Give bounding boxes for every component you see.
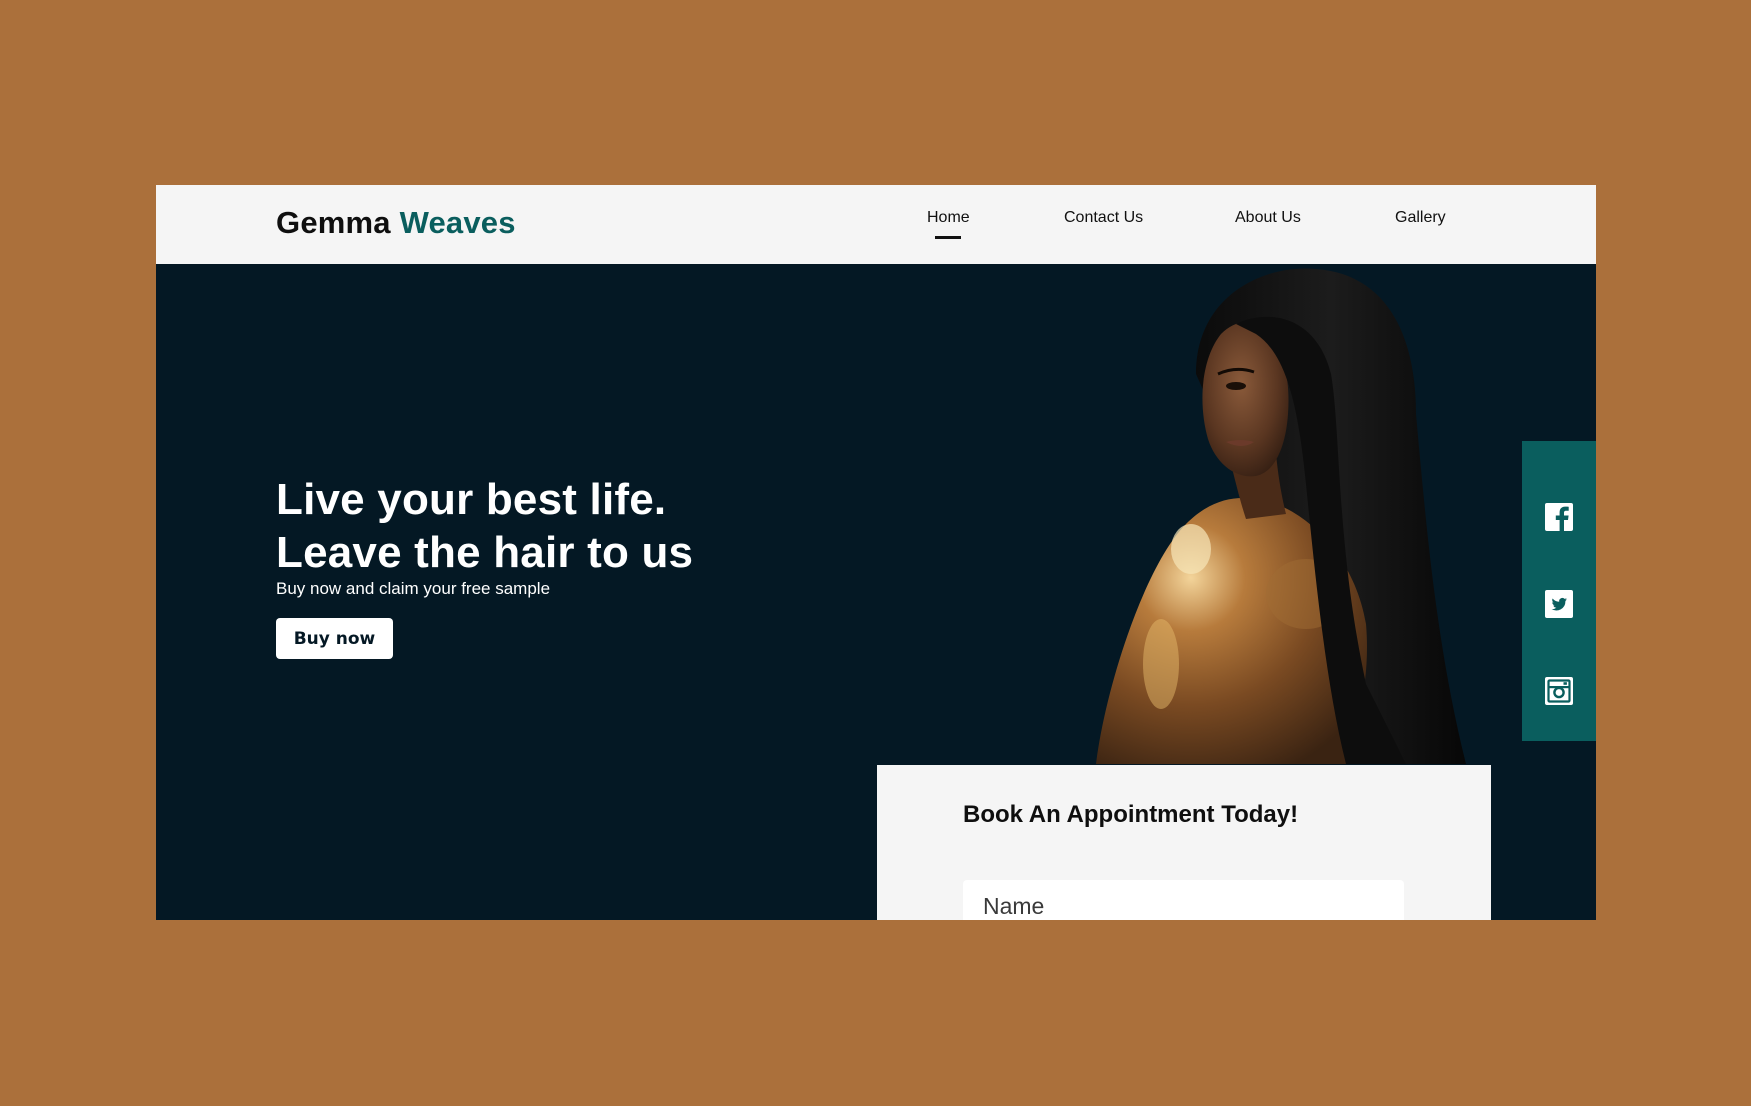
twitter-icon[interactable] xyxy=(1545,590,1573,618)
instagram-icon[interactable] xyxy=(1545,677,1573,705)
hero-headline-line1: Live your best life. xyxy=(276,475,667,524)
booking-card: Book An Appointment Today! xyxy=(877,765,1491,920)
social-sidebar xyxy=(1522,441,1596,741)
model-portrait-image xyxy=(1096,268,1466,764)
nav-gallery[interactable]: Gallery xyxy=(1395,209,1446,227)
nav-contact-us[interactable]: Contact Us xyxy=(1064,209,1143,227)
booking-title: Book An Appointment Today! xyxy=(963,801,1299,828)
hero-text: Live your best life. Leave the hair to u… xyxy=(276,473,693,599)
name-input[interactable] xyxy=(963,880,1404,920)
site-header: Gemma Weaves Home Contact Us About Us Ga… xyxy=(156,185,1596,264)
hero-headline-line2: Leave the hair to us xyxy=(276,528,694,577)
website-frame: Gemma Weaves Home Contact Us About Us Ga… xyxy=(156,185,1596,920)
nav-about-us[interactable]: About Us xyxy=(1235,209,1301,227)
buy-now-button[interactable]: Buy now xyxy=(276,618,393,659)
hero-subtext: Buy now and claim your free sample xyxy=(276,579,551,598)
nav-home[interactable]: Home xyxy=(927,209,970,227)
facebook-icon[interactable] xyxy=(1545,503,1573,531)
main-nav: Home Contact Us About Us Gallery xyxy=(156,209,1596,249)
